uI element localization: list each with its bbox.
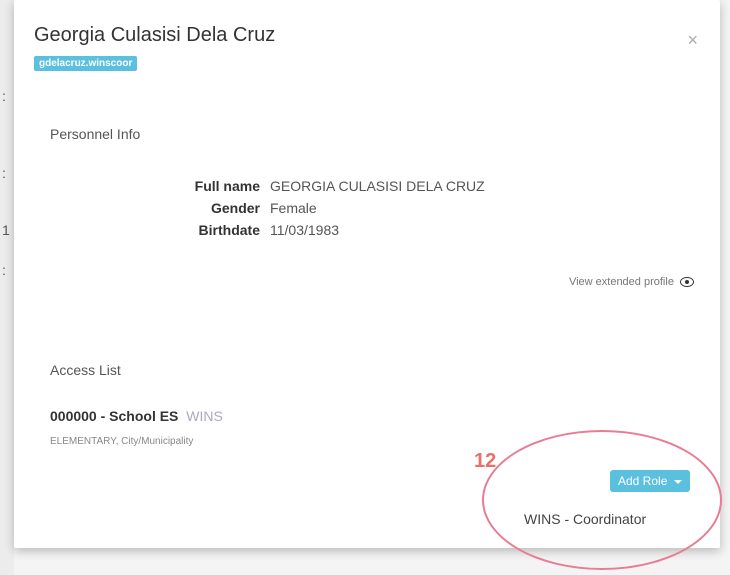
full-name-value: GEORGIA CULASISI DELA CRUZ [270, 178, 485, 194]
add-role-button[interactable]: Add Role [610, 470, 690, 492]
annotation-circle [482, 430, 722, 570]
backdrop-fragment: : [2, 165, 6, 181]
gender-value: Female [270, 200, 317, 216]
user-profile-modal: Georgia Culasisi Dela Cruz gdelacruz.win… [14, 0, 722, 570]
full-name-label: Full name [194, 178, 260, 194]
backdrop-fragment: : [2, 262, 6, 278]
info-row-gender: Gender Female [50, 200, 650, 222]
view-extended-profile-link[interactable]: View extended profile [569, 276, 694, 288]
birthdate-value: 11/03/1983 [270, 222, 340, 238]
school-system-tag: WINS [186, 408, 223, 424]
info-row-birthdate: Birthdate 11/03/1983 [50, 222, 650, 244]
backdrop-fragment: : [2, 88, 6, 104]
school-subtitle: ELEMENTARY, City/Municipality [50, 436, 194, 447]
school-code: 000000 - School ES [50, 408, 179, 424]
backdrop-fragment: 1 [2, 222, 10, 238]
username-badge: gdelacruz.winscoor [34, 56, 138, 71]
access-list-heading: Access List [50, 362, 121, 378]
personnel-info-heading: Personnel Info [50, 126, 141, 142]
caret-down-icon [673, 479, 682, 484]
info-row-full-name: Full name GEORGIA CULASISI DELA CRUZ [50, 178, 650, 200]
add-role-label: Add Role [618, 474, 668, 488]
access-school-entry: 000000 - School ES WINS [50, 408, 223, 424]
role-item: WINS - Coordinator [524, 511, 647, 527]
gender-label: Gender [210, 200, 260, 216]
view-extended-profile-label: View extended profile [568, 276, 674, 288]
birthdate-label: Birthdate [198, 222, 260, 238]
modal-title: Georgia Culasisi Dela Cruz [34, 24, 276, 46]
annotation-number: 12 [474, 450, 497, 472]
close-icon[interactable]: × [687, 30, 698, 51]
backdrop-strip: : : 1 : [0, 0, 14, 575]
eye-icon [680, 277, 694, 288]
